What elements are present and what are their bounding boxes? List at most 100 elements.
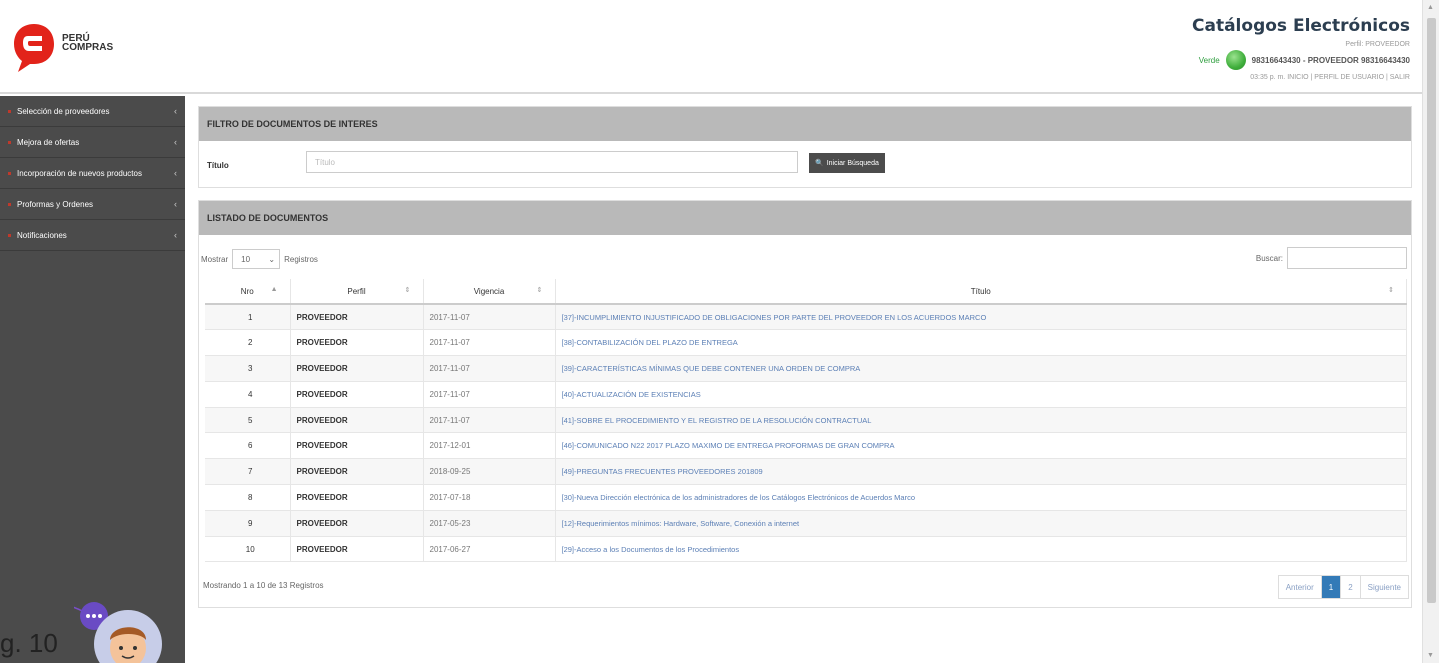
cell-vigencia: 2017-11-07 [423, 304, 556, 331]
table-row: 2 PROVEEDOR 2017-11-07 [38]-CONTABILIZAC… [205, 329, 1407, 357]
cell-perfil: PROVEEDOR [290, 458, 424, 486]
cell-perfil: PROVEEDOR [290, 510, 424, 537]
table-row: 3 PROVEEDOR 2017-11-07 [39]-CARACTERÍSTI… [205, 355, 1407, 382]
sidebar: Selección de proveedores ‹ Mejora de ofe… [0, 96, 185, 663]
table-row: 9 PROVEEDOR 2017-05-23 [12]-Requerimient… [205, 510, 1407, 537]
cell-perfil: PROVEEDOR [290, 304, 424, 331]
table-search-input[interactable] [1287, 247, 1407, 269]
table-row: 5 PROVEEDOR 2017-11-07 [41]-SOBRE EL PRO… [205, 407, 1407, 434]
document-link[interactable]: [41]-SOBRE EL PROCEDIMIENTO Y EL REGISTR… [555, 407, 1407, 434]
cell-perfil: PROVEEDOR [290, 536, 424, 563]
cell-perfil: PROVEEDOR [290, 329, 424, 357]
scroll-up-icon[interactable]: ▲ [1427, 4, 1434, 11]
sidebar-item-mejora[interactable]: Mejora de ofertas ‹ [0, 127, 185, 158]
pager-next-button[interactable]: Siguiente [1361, 576, 1408, 598]
chevron-left-icon: ‹ [174, 137, 177, 147]
bullet-icon [8, 140, 11, 144]
column-header-nro[interactable]: Nro ▲ [205, 279, 291, 305]
cell-perfil: PROVEEDOR [290, 484, 424, 511]
user-name: 98316643430 - PROVEEDOR 98316643430 [1251, 55, 1410, 65]
pager-prev-button[interactable]: Anterior [1279, 576, 1322, 598]
search-button[interactable]: 🔍 Iniciar Búsqueda [809, 153, 885, 173]
logo-mark-icon [14, 24, 54, 72]
document-link[interactable]: [12]-Requerimientos mínimos: Hardware, S… [555, 510, 1407, 537]
cell-nro: 6 [205, 432, 291, 460]
cell-vigencia: 2017-12-01 [423, 432, 556, 460]
table-row: 10 PROVEEDOR 2017-06-27 [29]-Acceso a lo… [205, 536, 1407, 563]
column-header-perfil[interactable]: Perfil ⇕ [290, 279, 424, 305]
sidebar-item-label: Mejora de ofertas [17, 137, 80, 147]
cell-nro: 9 [205, 510, 291, 537]
sort-icon: ⇕ [404, 287, 411, 294]
sidebar-item-label: Incorporación de nuevos productos [17, 168, 142, 178]
status-indicator-icon [1225, 50, 1246, 70]
pager-page-1[interactable]: 1 [1321, 576, 1342, 598]
cell-nro: 7 [205, 458, 291, 486]
cell-perfil: PROVEEDOR [290, 355, 424, 382]
app-title: Catálogos Electrónicos [1192, 16, 1410, 36]
main-content: FILTRO DE DOCUMENTOS DE INTERES Título 🔍… [198, 106, 1412, 620]
status-label: Verde [1198, 55, 1220, 65]
sidebar-item-proformas[interactable]: Proformas y Ordenes ‹ [0, 189, 185, 220]
search-button-label: Iniciar Búsqueda [826, 159, 879, 167]
chat-assistant-avatar[interactable] [74, 598, 164, 663]
document-link[interactable]: [38]-CONTABILIZACIÓN DEL PLAZO DE ENTREG… [555, 329, 1407, 357]
document-link[interactable]: [37]-INCUMPLIMIENTO INJUSTIFICADO DE OBL… [555, 304, 1407, 331]
cell-vigencia: 2017-11-07 [423, 355, 556, 382]
pagination: Anterior 1 2 Siguiente [1277, 575, 1409, 599]
cell-nro: 8 [205, 484, 291, 511]
scrollbar-thumb[interactable] [1427, 18, 1436, 603]
scroll-down-icon[interactable]: ▼ [1427, 652, 1434, 659]
page-scrollbar[interactable]: ▲ ▼ [1422, 0, 1439, 663]
cell-perfil: PROVEEDOR [290, 432, 424, 460]
sidebar-item-label: Notificaciones [17, 230, 67, 240]
sort-icon: ⇕ [536, 287, 543, 294]
cell-nro: 4 [205, 381, 291, 408]
chevron-left-icon: ‹ [174, 199, 177, 209]
header-right: Catálogos Electrónicos Perfil: PROVEEDOR [1192, 16, 1410, 48]
sidebar-item-seleccion[interactable]: Selección de proveedores ‹ [0, 96, 185, 127]
title-filter-label: Título [207, 161, 229, 170]
page-length-select[interactable]: 10 ⌄ [232, 249, 281, 269]
cell-nro: 2 [205, 329, 291, 357]
documents-panel: LISTADO DE DOCUMENTOS Mostrar 10 ⌄ Regis… [198, 200, 1412, 608]
document-link[interactable]: [49]-PREGUNTAS FRECUENTES PROVEEDORES 20… [555, 458, 1407, 486]
bullet-icon [8, 202, 11, 206]
sidebar-item-incorporacion[interactable]: Incorporación de nuevos productos ‹ [0, 158, 185, 189]
search-icon: 🔍 [815, 160, 824, 167]
cell-perfil: PROVEEDOR [290, 381, 424, 408]
sidebar-item-label: Proformas y Ordenes [17, 199, 94, 209]
cell-nro: 5 [205, 407, 291, 434]
header-links[interactable]: 03:35 p. m. INICIO | PERFIL DE USUARIO |… [1250, 74, 1410, 81]
table-row: 8 PROVEEDOR 2017-07-18 [30]-Nueva Direcc… [205, 484, 1407, 511]
document-link[interactable]: [30]-Nueva Dirección electrónica de los … [555, 484, 1407, 511]
cell-vigencia: 2017-11-07 [423, 329, 556, 357]
cell-perfil: PROVEEDOR [290, 407, 424, 434]
cell-vigencia: 2017-07-18 [423, 484, 556, 511]
sidebar-item-notificaciones[interactable]: Notificaciones ‹ [0, 220, 185, 251]
logo-text-line2: COMPRAS [62, 42, 114, 53]
cell-vigencia: 2017-11-07 [423, 407, 556, 434]
chevron-down-icon: ⌄ [268, 254, 276, 264]
peru-compras-logo[interactable]: PERÚ COMPRAS [12, 22, 132, 74]
perfil-label: Perfil: PROVEEDOR [1345, 41, 1410, 48]
cell-vigencia: 2017-06-27 [423, 536, 556, 563]
pager-page-2[interactable]: 2 [1341, 576, 1361, 598]
document-link[interactable]: [39]-CARACTERÍSTICAS MÍNIMAS QUE DEBE CO… [555, 355, 1407, 382]
bullet-icon [8, 233, 11, 237]
cell-vigencia: 2017-05-23 [423, 510, 556, 537]
document-link[interactable]: [29]-Acceso a los Documentos de los Proc… [555, 536, 1407, 563]
cell-vigencia: 2017-11-07 [423, 381, 556, 408]
column-header-vigencia[interactable]: Vigencia ⇕ [423, 279, 556, 305]
title-filter-input[interactable] [306, 151, 798, 173]
document-link[interactable]: [46]-COMUNICADO N22 2017 PLAZO MAXIMO DE… [555, 432, 1407, 460]
column-header-titulo[interactable]: Título ⇕ [555, 279, 1407, 305]
sort-asc-icon: ▲ [270, 286, 278, 293]
filter-heading: FILTRO DE DOCUMENTOS DE INTERES [199, 107, 1411, 141]
document-link[interactable]: [40]-ACTUALIZACIÓN DE EXISTENCIAS [555, 381, 1407, 408]
sort-icon: ⇕ [1388, 287, 1394, 294]
documents-heading: LISTADO DE DOCUMENTOS [199, 201, 1411, 235]
sidebar-item-label: Selección de proveedores [17, 106, 110, 116]
page-length-value: 10 [241, 254, 251, 264]
table-row: 7 PROVEEDOR 2018-09-25 [49]-PREGUNTAS FR… [205, 458, 1407, 486]
